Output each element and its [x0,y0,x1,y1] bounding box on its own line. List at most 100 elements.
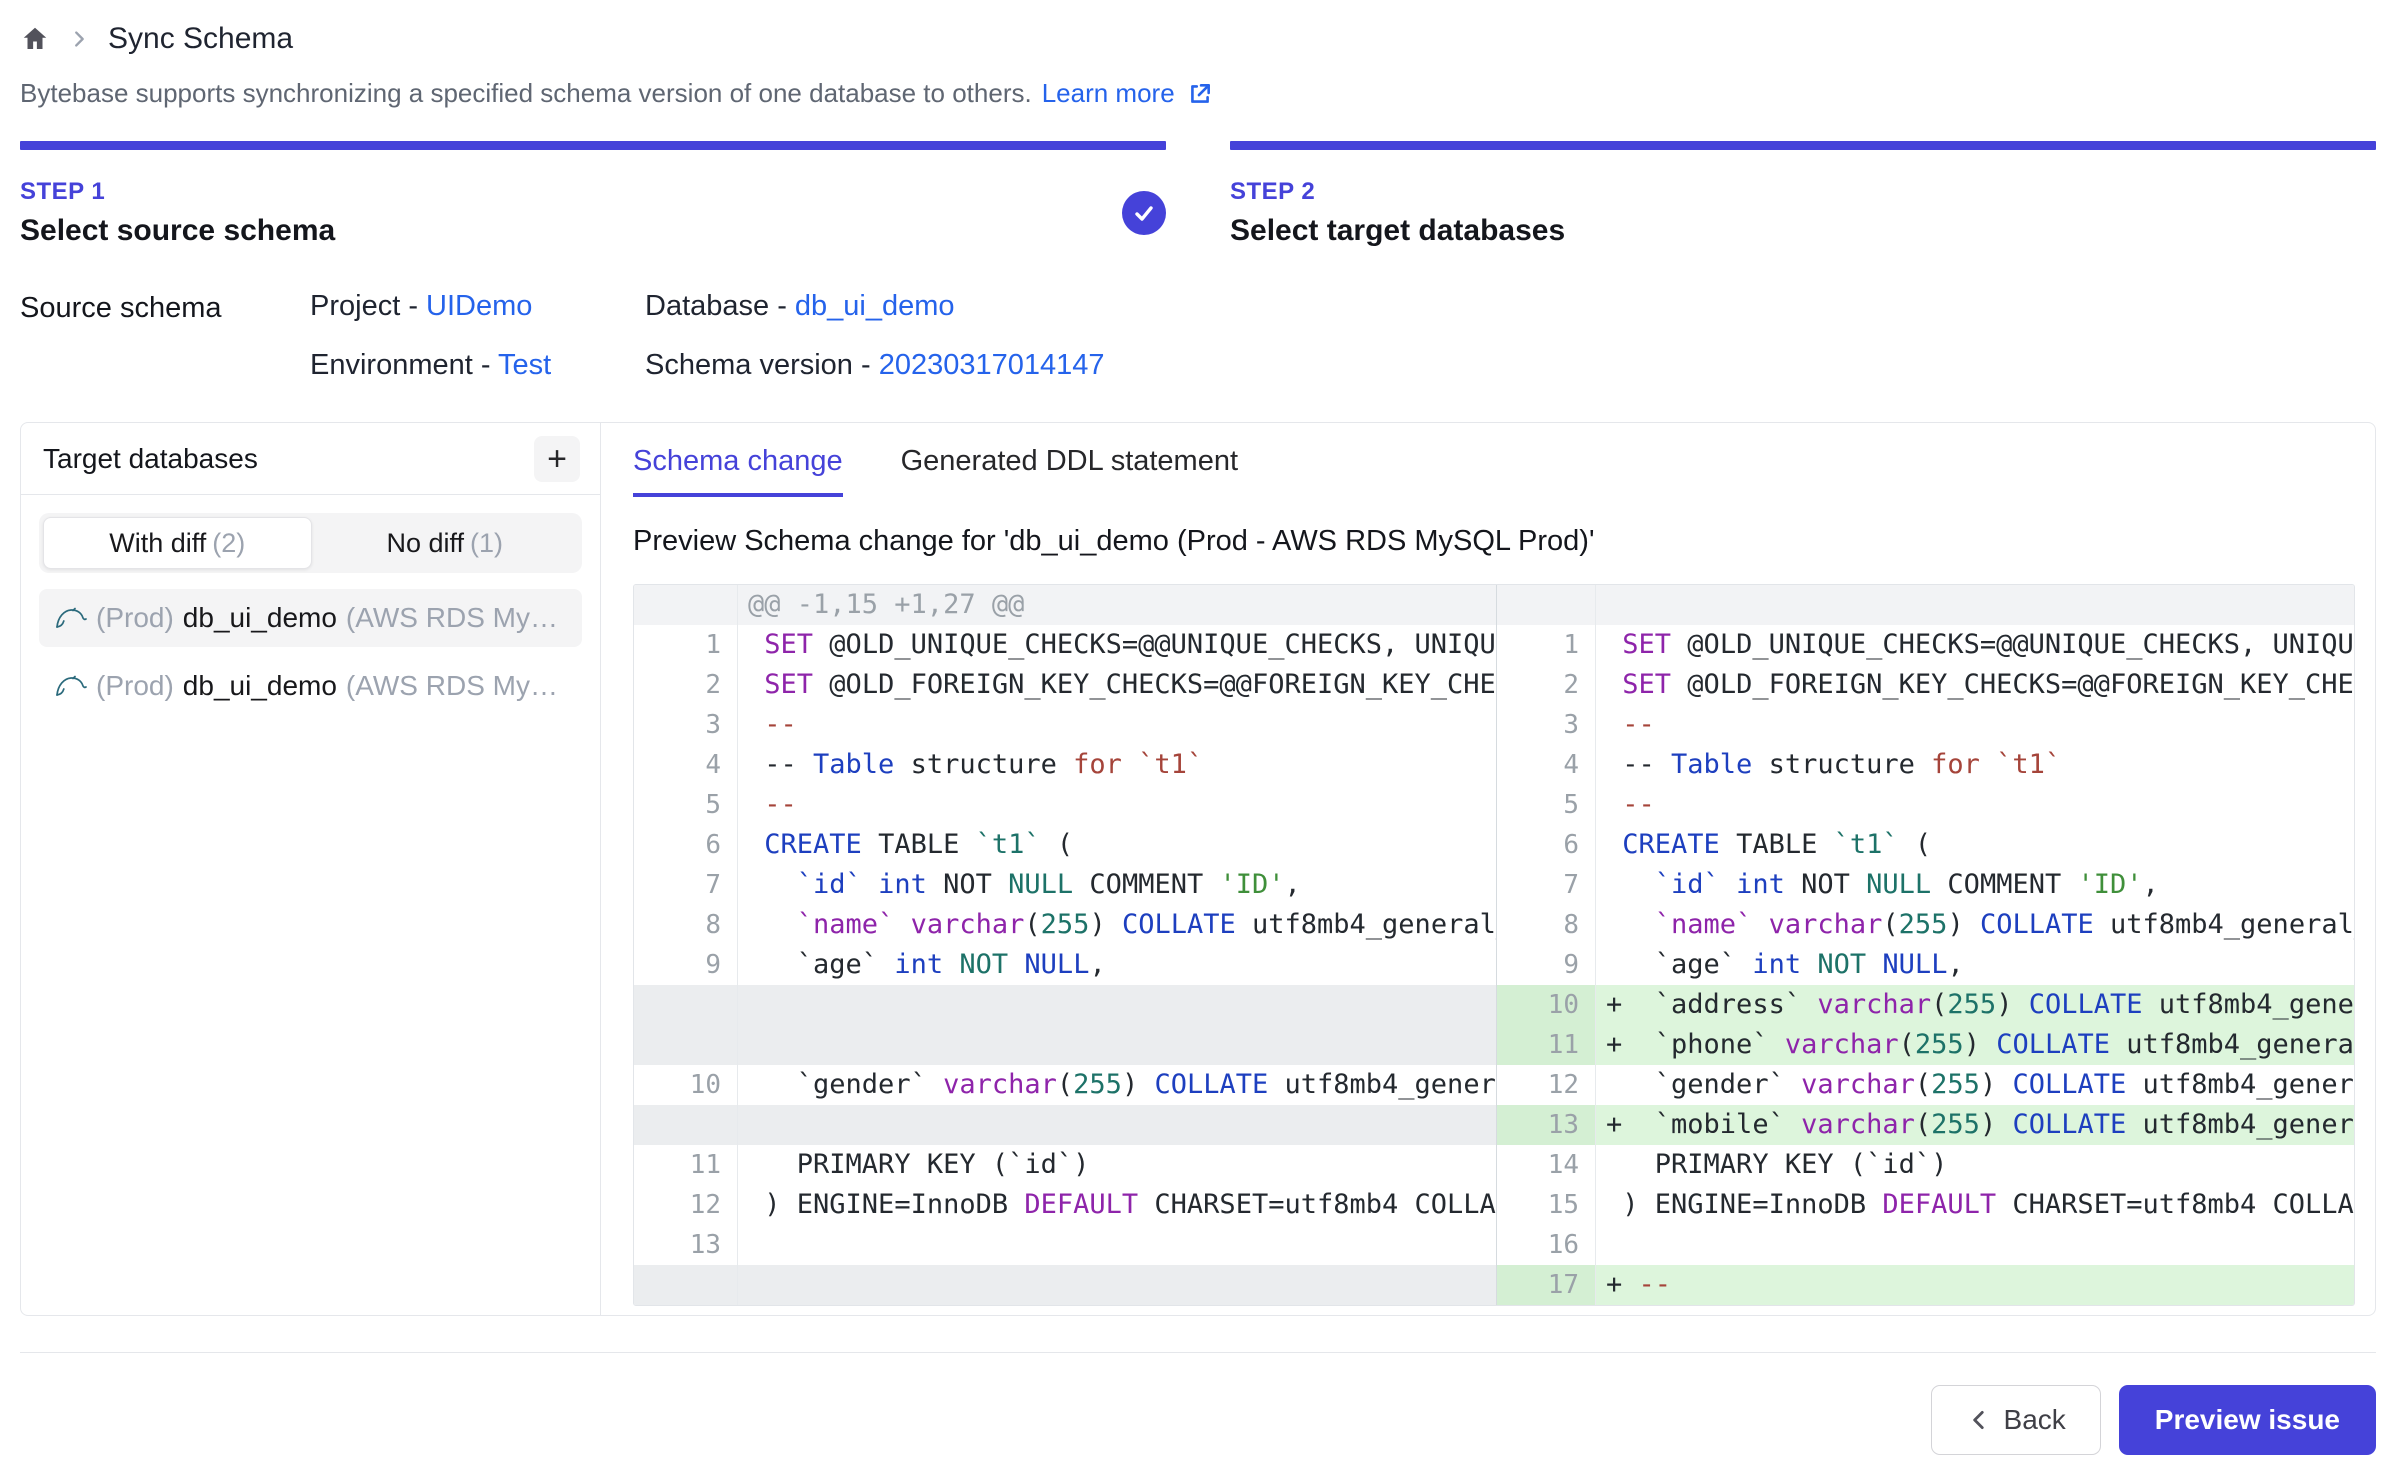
code-token: ( [1899,829,1932,860]
diff-row: 3 --3 -- [634,705,2354,745]
code-token: 255 [1073,1069,1122,1100]
diff-code-line: -- [1596,705,2354,745]
diff-row: 7 `id` int NOT NULL COMMENT 'ID',7 `id` … [634,865,2354,905]
code-token: varchar [1801,1109,1915,1140]
code-token: -- [764,789,797,820]
diff-code-line: `gender` varchar(255) COLLATE utf8mb4_ge… [738,1065,1496,1105]
diff-line-number: 2 [1496,665,1596,705]
tab-schema-change[interactable]: Schema change [633,445,843,497]
diff-line-number: 11 [1496,1025,1596,1065]
code-token: ( [1882,909,1898,940]
code-token: + [1606,1269,1639,1300]
code-token: -- [764,709,797,740]
code-token [1606,1149,1655,1180]
diff-line-number: 1 [1496,625,1596,665]
stepper: STEP 1 Select source schema STEP 2 Selec… [20,141,2376,248]
code-token: NOT [1817,949,1866,980]
page-title: Sync Schema [108,22,293,56]
diff-filter-tabs: With diff(2) No diff(1) [39,513,582,573]
diff-line-number: 10 [634,1065,738,1105]
code-token: ( [1931,989,1947,1020]
diff-row: 10 `gender` varchar(255) COLLATE utf8mb4… [634,1065,2354,1105]
add-target-database-button[interactable]: + [534,436,580,482]
schema-diff-view[interactable]: @@ -1,15 +1,27 @@1 SET @OLD_UNIQUE_CHECK… [633,584,2355,1306]
diff-line-number: 4 [1496,745,1596,785]
diff-row: 13 16 [634,1225,2354,1265]
diff-line-number: 3 [1496,705,1596,745]
code-token [1752,909,1768,940]
diff-line-number [634,1105,738,1145]
code-token: ) [1947,909,1980,940]
preview-issue-button[interactable]: Preview issue [2119,1385,2376,1455]
diff-row: 2 SET @OLD_FOREIGN_KEY_CHECKS=@@FOREIGN_… [634,665,2354,705]
diff-line-number: 6 [1496,825,1596,865]
code-token: ) [1996,989,2029,1020]
code-token: COMMENT [1931,869,2077,900]
tab-no-diff[interactable]: No diff(1) [312,517,579,569]
diff-code-line: + `phone` varchar(255) COLLATE utf8mb4_g… [1596,1025,2354,1065]
code-token: NOT [927,869,1008,900]
code-token: structure [894,749,1073,780]
code-token: 255 [1041,909,1090,940]
step-1-title: Select source schema [20,214,335,248]
step-2-title: Select target databases [1230,214,1565,248]
code-token: SET [1622,669,1671,700]
code-token [748,949,797,980]
footer-actions: Back Preview issue [20,1385,2376,1455]
diff-line-number: 16 [1496,1225,1596,1265]
code-token: `t1` [976,829,1041,860]
code-token: PRIMARY KEY (`id`) [1655,1149,1948,1180]
diff-line-number: 2 [634,665,738,705]
chevron-left-icon [1966,1407,1992,1433]
diff-code-line [738,1265,1496,1305]
code-token [1801,989,1817,1020]
code-token: COLLATE [2012,1109,2126,1140]
code-token: NULL [1866,869,1931,900]
code-token: NOT [1785,869,1866,900]
diff-code-line: `name` varchar(255) COLLATE utf8mb4_gene… [738,905,1496,945]
tab-generated-ddl[interactable]: Generated DDL statement [901,445,1238,497]
code-token: DEFAULT [1882,1189,1996,1220]
diff-code-line: PRIMARY KEY (`id`) [1596,1145,2354,1185]
diff-code-line [738,1225,1496,1265]
mysql-icon [53,605,87,632]
code-token [748,1069,797,1100]
diff-row: 6 CREATE TABLE `t1` (6 CREATE TABLE `t1`… [634,825,2354,865]
diff-code-line [738,985,1496,1025]
source-schema-label: Source schema [20,290,310,382]
code-token [748,1149,797,1180]
target-database-item[interactable]: (Prod) db_ui_demo (AWS RDS MySQL Prod) [39,589,582,647]
code-token [748,669,764,700]
code-token [1606,829,1622,860]
code-token [943,949,959,980]
code-token: SET [764,669,813,700]
code-token: -- [1622,789,1655,820]
diff-code-line [1596,1225,2354,1265]
target-database-item[interactable]: (Prod) db_ui_demo (AWS RDS MySQL Prod) [39,657,582,715]
schema-version-link[interactable]: 20230317014147 [879,349,1105,381]
code-token [748,789,764,820]
page-description: Bytebase supports synchronizing a specif… [20,78,2376,109]
code-token: , [1947,949,1963,980]
code-token [1606,909,1655,940]
home-icon[interactable] [20,24,50,54]
learn-more-link[interactable]: Learn more [1042,78,1175,109]
code-token: COLLATE [2029,989,2143,1020]
project-link[interactable]: UIDemo [426,290,532,322]
diff-code-line: -- [1596,785,2354,825]
code-token [1769,1029,1785,1060]
database-link[interactable]: db_ui_demo [795,290,955,322]
environment-link[interactable]: Test [498,349,551,381]
code-token: `t1` [1834,829,1899,860]
source-schema-version: Schema version - 20230317014147 [645,349,1105,382]
diff-line-number: 10 [1496,985,1596,1025]
tab-with-diff[interactable]: With diff(2) [43,517,312,569]
code-token: varchar [911,909,1025,940]
back-button[interactable]: Back [1931,1385,2101,1455]
external-link-icon[interactable] [1187,81,1213,107]
diff-line-number [634,985,738,1025]
diff-line-number: 13 [1496,1105,1596,1145]
step-1: STEP 1 Select source schema [20,141,1166,248]
code-token [927,1069,943,1100]
code-token: 255 [1899,909,1948,940]
